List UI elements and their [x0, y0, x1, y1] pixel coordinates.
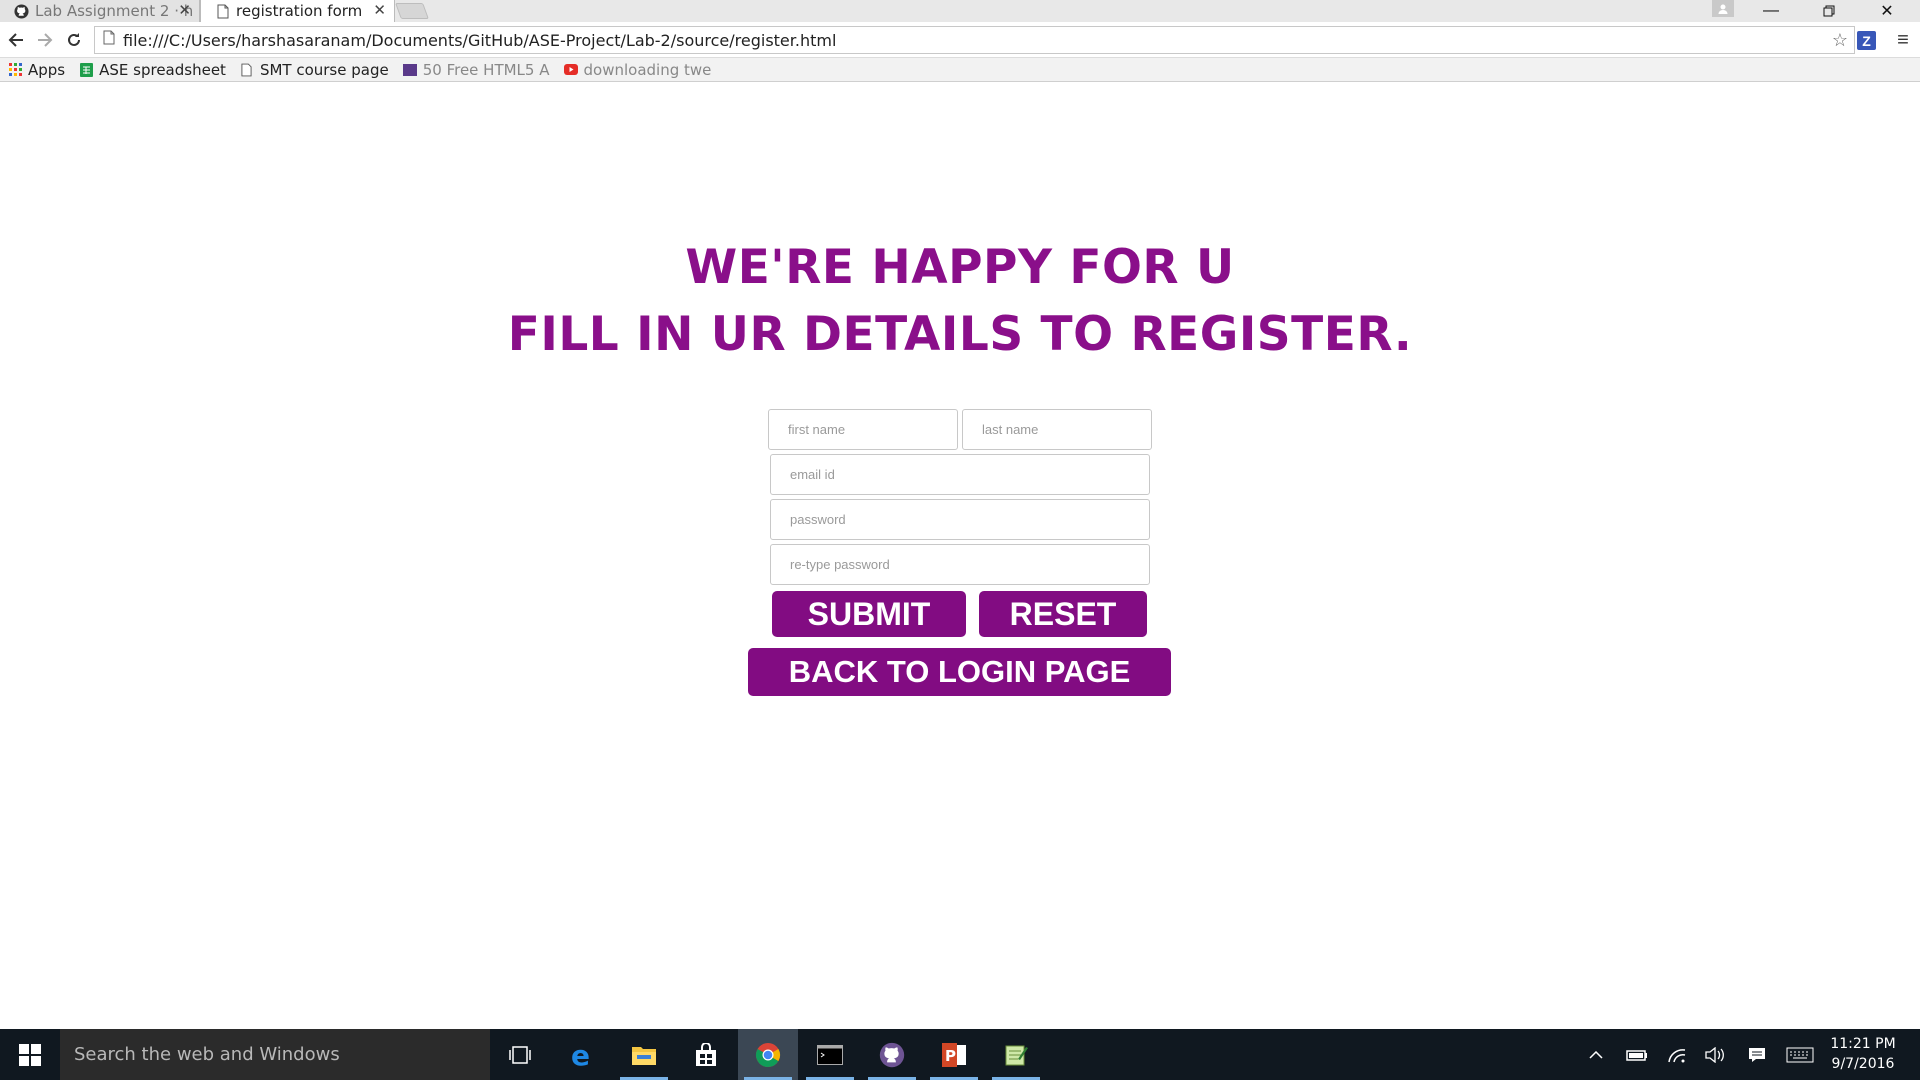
restore-icon[interactable] — [1800, 0, 1858, 22]
taskbar-clock[interactable]: 11:21 PM 9/7/2016 — [1828, 1034, 1898, 1074]
apps-grid-icon — [8, 63, 22, 77]
bookmark-apps[interactable]: Apps — [8, 61, 65, 79]
tab-registration-form[interactable]: registration form ✕ — [200, 0, 395, 22]
wifi-icon[interactable] — [1662, 1029, 1692, 1080]
back-arrow-icon[interactable] — [4, 28, 28, 52]
tab-title: registration form — [236, 2, 363, 20]
spreadsheet-icon — [79, 62, 93, 77]
bookmark-label: 50 Free HTML5 A — [422, 60, 550, 79]
tab-title: Lab Assignment 2 · h — [35, 2, 194, 20]
windows-taskbar: Search the web and Windows e P 11:21 PM … — [0, 1029, 1920, 1080]
close-tab-icon[interactable]: ✕ — [373, 1, 386, 19]
submit-button[interactable]: SUBMIT — [772, 591, 966, 637]
password-field[interactable] — [770, 499, 1150, 540]
powerpoint-icon[interactable]: P — [924, 1029, 984, 1080]
show-hidden-icons-chevron-icon[interactable] — [1584, 1029, 1608, 1080]
url-text[interactable]: file:///C:/Users/harshasaranam/Documents… — [123, 31, 836, 50]
task-view-icon[interactable] — [490, 1029, 550, 1080]
svg-text:P: P — [945, 1047, 956, 1065]
volume-icon[interactable] — [1700, 1029, 1730, 1080]
battery-icon[interactable] — [1622, 1029, 1652, 1080]
bookmark-label: SMT course page — [259, 60, 389, 79]
youtube-icon — [563, 63, 578, 77]
bookmark-downloading[interactable]: downloading twe — [563, 60, 712, 79]
email-field[interactable] — [770, 454, 1150, 495]
page-icon — [103, 30, 115, 50]
bookmark-label: ASE spreadsheet — [99, 60, 226, 79]
clock-time: 11:21 PM — [1830, 1036, 1896, 1052]
tab-lab-assignment[interactable]: Lab Assignment 2 · h ✕ — [0, 0, 200, 22]
reset-button[interactable]: RESET — [979, 591, 1147, 637]
bookmark-label: downloading twe — [583, 60, 712, 79]
forward-arrow-icon[interactable] — [33, 28, 57, 52]
page-icon — [240, 63, 254, 77]
edge-icon[interactable]: e — [552, 1029, 612, 1080]
github-desktop-icon[interactable] — [862, 1029, 922, 1080]
action-center-icon[interactable] — [1742, 1029, 1772, 1080]
reload-icon[interactable] — [62, 28, 86, 52]
github-icon — [14, 3, 29, 19]
clock-date: 9/7/2016 — [1831, 1056, 1895, 1072]
browser-toolbar: file:///C:/Users/harshasaranam/Documents… — [0, 22, 1920, 58]
page-icon — [215, 4, 230, 19]
svg-text:e: e — [571, 1042, 590, 1068]
bookmark-html5[interactable]: 50 Free HTML5 A — [402, 60, 550, 79]
keyboard-icon[interactable] — [1782, 1029, 1818, 1080]
last-name-field[interactable] — [962, 409, 1152, 450]
bookmark-label: Apps — [28, 60, 66, 79]
retype-password-field[interactable] — [770, 544, 1150, 585]
file-explorer-icon[interactable] — [614, 1029, 674, 1080]
search-placeholder: Search the web and Windows — [74, 1044, 340, 1065]
close-tab-icon[interactable]: ✕ — [178, 1, 191, 19]
notepad-icon[interactable] — [986, 1029, 1046, 1080]
browser-tab-strip: Lab Assignment 2 · h ✕ registration form… — [0, 0, 1920, 22]
taskbar-search-input[interactable]: Search the web and Windows — [60, 1029, 490, 1080]
profile-icon[interactable] — [1712, 0, 1734, 17]
close-window-icon[interactable]: ✕ — [1858, 0, 1916, 22]
address-bar[interactable]: file:///C:/Users/harshasaranam/Documents… — [94, 26, 1855, 54]
page-title: WE'RE HAPPY FOR U — [685, 240, 1235, 295]
bookmark-ase-spreadsheet[interactable]: ASE spreadsheet — [79, 61, 226, 79]
chrome-icon[interactable] — [738, 1029, 798, 1080]
page-subtitle: FILL IN UR DETAILS TO REGISTER. — [507, 307, 1413, 362]
store-icon[interactable] — [676, 1029, 736, 1080]
new-tab-button[interactable] — [395, 3, 429, 19]
back-to-login-button[interactable]: BACK TO LOGIN PAGE — [748, 648, 1171, 696]
html5-icon — [402, 63, 417, 77]
minimize-icon[interactable]: — — [1742, 0, 1800, 22]
bookmarks-bar: Apps ASE spreadsheet SMT course page 50 … — [0, 58, 1920, 82]
bookmark-smt-course-page[interactable]: SMT course page — [240, 61, 389, 79]
chrome-menu-icon[interactable]: ≡ — [1893, 28, 1913, 52]
windows-start-icon[interactable] — [0, 1029, 60, 1080]
zotero-extension-icon[interactable]: Z — [1857, 31, 1876, 50]
first-name-field[interactable] — [768, 409, 958, 450]
cmd-icon[interactable] — [800, 1029, 860, 1080]
bookmark-star-icon[interactable]: ☆ — [1832, 30, 1848, 51]
page-content: WE'RE HAPPY FOR U FILL IN UR DETAILS TO … — [0, 83, 1920, 1029]
